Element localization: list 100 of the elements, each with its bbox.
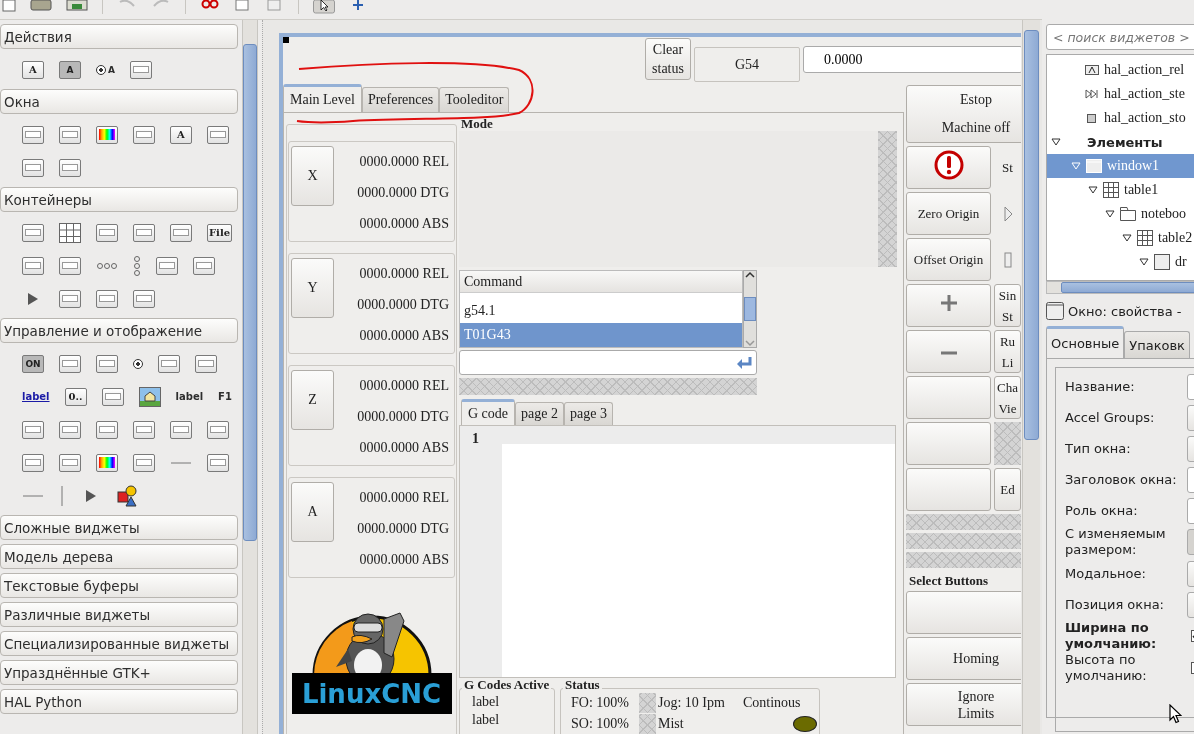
category-header[interactable]: Окна — [0, 89, 238, 114]
color-palette-icon[interactable] — [96, 453, 118, 472]
action-button[interactable]: Ru Li — [994, 330, 1021, 373]
tab[interactable]: page 3 — [564, 402, 613, 425]
widget-icon[interactable] — [22, 223, 44, 242]
widget-icon[interactable] — [101, 387, 124, 406]
tab[interactable]: page 2 — [515, 402, 564, 425]
tab[interactable]: G code — [461, 399, 516, 425]
widget-icon[interactable]: A — [59, 60, 81, 79]
dots-icon[interactable] — [133, 254, 141, 277]
expander-down-icon[interactable] — [1122, 233, 1132, 243]
widget-icon[interactable]: 0.. — [64, 387, 87, 406]
tree-section[interactable]: Элементы — [1047, 130, 1194, 154]
axis-button[interactable]: Y — [291, 258, 334, 318]
command-input-field[interactable] — [459, 350, 757, 375]
action-button[interactable]: Offset Origin — [906, 238, 991, 281]
category-header[interactable]: Различные виджеты — [0, 602, 238, 627]
action-button[interactable]: Cha Vie — [994, 376, 1021, 419]
grid-icon[interactable] — [59, 222, 81, 243]
widget-icon[interactable] — [59, 256, 81, 275]
widget-icon[interactable] — [59, 289, 81, 308]
tab[interactable]: Preferences — [361, 87, 440, 112]
widget-icon[interactable] — [59, 354, 81, 373]
pointer-icon[interactable] — [313, 0, 335, 14]
decrease-button[interactable] — [906, 330, 991, 373]
widget-icon[interactable] — [96, 223, 118, 242]
tree-item[interactable]: hal_action_ste — [1047, 82, 1194, 106]
tree-item[interactable]: table2 — [1047, 226, 1194, 250]
command-list[interactable]: Command g54.1 T01G43 — [459, 270, 743, 348]
picture-icon[interactable] — [138, 386, 161, 407]
folder-icon[interactable] — [30, 0, 52, 12]
link-widget-icon[interactable]: label — [22, 391, 50, 402]
scrollbar[interactable] — [243, 44, 257, 541]
estop-button[interactable]: Estop Machine off — [906, 85, 1021, 143]
category-header[interactable]: Сложные виджеты — [0, 515, 238, 540]
widget-icon[interactable] — [22, 256, 44, 275]
radio-widget-icon[interactable] — [133, 357, 143, 370]
widget-icon[interactable] — [129, 60, 152, 79]
dots-icon[interactable] — [96, 261, 118, 270]
label-widget-icon[interactable]: F1 — [218, 391, 232, 402]
category-header[interactable]: HAL Python — [0, 689, 238, 714]
empty-button[interactable] — [906, 468, 991, 511]
tab[interactable]: Main Level — [283, 84, 362, 112]
list-row[interactable]: g54.1 — [460, 299, 742, 323]
widget-icon[interactable] — [170, 223, 192, 242]
widget-icon[interactable] — [133, 289, 155, 308]
label-widget-icon[interactable]: label — [175, 391, 204, 402]
widget-icon[interactable] — [170, 420, 192, 439]
widget-icon[interactable] — [96, 289, 118, 308]
axis-button[interactable]: Z — [291, 370, 334, 430]
selection-handle[interactable] — [283, 37, 289, 43]
tree-item[interactable]: noteboo — [1047, 202, 1194, 226]
tree-item[interactable]: table1 — [1047, 178, 1194, 202]
empty-button[interactable] — [906, 376, 991, 419]
expander-down-icon[interactable] — [1088, 185, 1098, 195]
widget-icon[interactable] — [156, 256, 178, 275]
increase-button[interactable] — [906, 284, 991, 327]
category-header[interactable]: Специализированные виджеты — [0, 631, 238, 656]
tree-item[interactable]: dr — [1047, 250, 1194, 274]
widget-icon[interactable] — [207, 420, 229, 439]
scrollbar[interactable] — [1024, 30, 1039, 440]
search-field[interactable]: < поиск виджетов > — [1046, 24, 1194, 50]
category-header[interactable]: Модель дерева — [0, 544, 238, 569]
widget-icon[interactable]: File — [207, 223, 233, 242]
widget-icon[interactable] — [22, 420, 44, 439]
widget-icon[interactable] — [133, 453, 155, 472]
action-button[interactable]: Sin St — [994, 284, 1021, 327]
empty-button[interactable] — [906, 422, 991, 465]
color-palette-icon[interactable] — [96, 125, 118, 144]
tab[interactable]: Упаковк — [1124, 331, 1190, 358]
widget-icon[interactable] — [133, 223, 155, 242]
widget-icon[interactable] — [96, 354, 118, 373]
save-icon[interactable] — [66, 0, 88, 12]
tab[interactable]: Основные — [1046, 326, 1125, 358]
category-header[interactable]: Контейнеры — [0, 187, 238, 212]
widget-icon[interactable] — [193, 256, 215, 275]
axis-button[interactable]: A — [291, 482, 334, 542]
clear-status-button[interactable]: Clear status — [645, 38, 691, 80]
tab[interactable]: Tooleditor — [439, 87, 510, 112]
widget-icon[interactable] — [59, 420, 81, 439]
widget-icon[interactable]: A — [170, 125, 192, 144]
widget-icon[interactable] — [59, 453, 81, 472]
widget-icon[interactable] — [59, 158, 81, 177]
widget-icon[interactable] — [207, 125, 229, 144]
category-header[interactable]: Действия — [0, 24, 238, 49]
alert-button[interactable] — [906, 146, 991, 189]
widget-icon[interactable] — [195, 354, 217, 373]
widget-icon[interactable] — [133, 420, 155, 439]
category-header[interactable]: Упразднённые GTK+ — [0, 660, 238, 685]
widget-icon[interactable] — [22, 453, 44, 472]
widget-icon[interactable] — [158, 354, 180, 373]
widget-icon[interactable] — [207, 453, 229, 472]
value-field[interactable]: 0.0000 — [803, 46, 1021, 73]
code-editor[interactable]: 1 — [459, 425, 896, 678]
document-icon[interactable] — [2, 0, 16, 12]
widget-icon[interactable] — [96, 420, 118, 439]
shapes-icon[interactable] — [117, 484, 139, 507]
widget-icon[interactable]: ON — [22, 354, 44, 373]
category-header[interactable]: Текстовые буферы — [0, 573, 238, 598]
axis-button[interactable]: X — [291, 146, 334, 206]
